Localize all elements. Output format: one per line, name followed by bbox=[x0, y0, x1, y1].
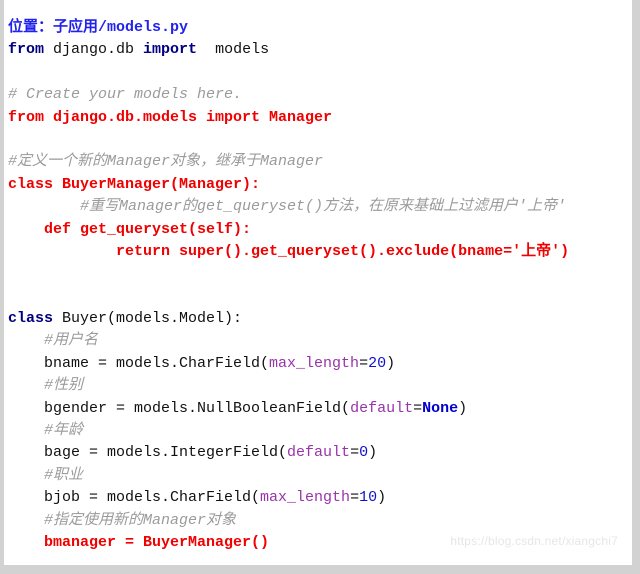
code-line-blank bbox=[8, 62, 569, 84]
code-line-field-bname: bname = models.CharField(max_length=20) bbox=[8, 353, 569, 375]
code-token: bage = models.IntegerField( bbox=[8, 444, 288, 462]
code-line-file-location: 位置：子应用/models.py bbox=[8, 17, 569, 39]
code-line-comment-username: #用户名 bbox=[8, 330, 569, 352]
code-token: = bbox=[413, 399, 423, 417]
code-line-blank bbox=[8, 129, 569, 151]
code-token: default bbox=[287, 444, 351, 462]
code-token: bmanager = BuyerManager() bbox=[8, 533, 270, 551]
code-token: bname = models.CharField( bbox=[8, 354, 270, 372]
code-token: 20 bbox=[368, 354, 387, 372]
code-line-import-manager: from django.db.models import Manager bbox=[8, 107, 569, 129]
code-token: = bbox=[350, 489, 360, 507]
code-token: None bbox=[422, 399, 459, 417]
code-line-field-bage: bage = models.IntegerField(default=0) bbox=[8, 442, 569, 464]
code-token: 10 bbox=[359, 489, 378, 507]
code-block[interactable]: 位置：子应用/models.py from django.db import mo… bbox=[4, 15, 569, 565]
code-line-class-buyermanager: class BuyerManager(Manager): bbox=[8, 174, 569, 196]
code-token: 0 bbox=[359, 444, 369, 462]
code-token: from bbox=[8, 41, 45, 59]
code-line-comment-create-models: # Create your models here. bbox=[8, 84, 569, 106]
code-line-blank bbox=[8, 554, 569, 565]
code-line-comment-age: #年龄 bbox=[8, 420, 569, 442]
code-token: django.db bbox=[44, 41, 144, 59]
code-line-import-models: from django.db import models bbox=[8, 39, 569, 61]
code-token: ) bbox=[458, 399, 468, 417]
code-token: = bbox=[359, 354, 369, 372]
code-token: #指定使用新的Manager对象 bbox=[8, 511, 237, 529]
code-token: #职业 bbox=[8, 466, 84, 484]
code-line-def-get-queryset: def get_queryset(self): bbox=[8, 219, 569, 241]
code-line-blank bbox=[8, 286, 569, 308]
code-token: bgender = models.NullBooleanField( bbox=[8, 399, 351, 417]
code-token: models bbox=[197, 41, 270, 59]
code-line-field-bjob: bjob = models.CharField(max_length=10) bbox=[8, 487, 569, 509]
code-token: import bbox=[143, 41, 198, 59]
code-token: = bbox=[350, 444, 360, 462]
code-token: max_length bbox=[269, 354, 360, 372]
code-token: max_length bbox=[260, 489, 351, 507]
code-token: default bbox=[350, 399, 414, 417]
code-line-comment-override-queryset: #重写Manager的get_queryset()方法，在原来基础上过滤用户'上… bbox=[8, 196, 569, 218]
code-token: from django.db.models import Manager bbox=[8, 108, 333, 126]
watermark-text: https://blog.csdn.net/xiangchi7 bbox=[450, 534, 618, 548]
code-token: #性别 bbox=[8, 377, 84, 395]
code-line-field-bgender: bgender = models.NullBooleanField(defaul… bbox=[8, 398, 569, 420]
code-token: 位置：子应用/models.py bbox=[8, 19, 189, 36]
code-token: ) bbox=[377, 489, 387, 507]
code-line-comment-define-manager: #定义一个新的Manager对象，继承于Manager bbox=[8, 151, 569, 173]
code-line-return-super-exclude: return super().get_queryset().exclude(bn… bbox=[8, 241, 569, 263]
code-token: Buyer(models.Model): bbox=[53, 310, 243, 328]
code-token: def get_queryset(self): bbox=[8, 220, 252, 238]
code-token: return super().get_queryset().exclude(bn… bbox=[8, 242, 570, 260]
code-token: #定义一个新的Manager对象，继承于Manager bbox=[8, 153, 324, 171]
code-token: ) bbox=[368, 444, 378, 462]
code-line-comment-assign-manager: #指定使用新的Manager对象 bbox=[8, 510, 569, 532]
code-line-comment-job: #职业 bbox=[8, 465, 569, 487]
code-line-comment-gender: #性别 bbox=[8, 375, 569, 397]
code-token: # Create your models here. bbox=[8, 86, 243, 104]
code-line-blank bbox=[8, 263, 569, 285]
code-snippet-panel: 位置：子应用/models.py from django.db import mo… bbox=[0, 0, 640, 574]
code-token: #年龄 bbox=[8, 422, 84, 440]
code-token: class BuyerManager(Manager): bbox=[8, 175, 261, 193]
code-token: #用户名 bbox=[8, 332, 99, 350]
code-token: ) bbox=[386, 354, 396, 372]
code-token: bjob = models.CharField( bbox=[8, 489, 261, 507]
code-token: class bbox=[8, 310, 54, 328]
code-line-class-buyer: class Buyer(models.Model): bbox=[8, 308, 569, 330]
code-token: #重写Manager的get_queryset()方法，在原来基础上过滤用户'上… bbox=[8, 198, 567, 216]
